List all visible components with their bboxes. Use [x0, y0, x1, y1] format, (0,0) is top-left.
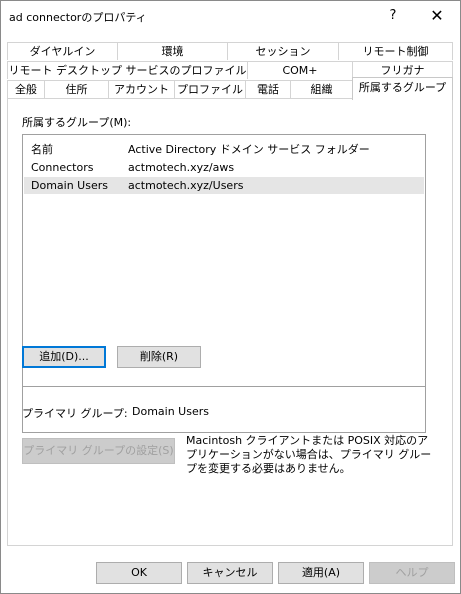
tab-row-1: ダイヤルイン 環境 セッション リモート制御 — [7, 42, 453, 61]
group-name: Connectors — [31, 161, 94, 174]
tab-environment[interactable]: 環境 — [117, 42, 228, 60]
help-icon[interactable]: ? — [371, 1, 415, 31]
primary-group-note: Macintosh クライアントまたは POSIX 対応のアプリケーションがない… — [186, 434, 432, 475]
group-name: Domain Users — [31, 179, 108, 192]
ok-button[interactable]: OK — [96, 562, 182, 584]
close-icon[interactable]: ✕ — [415, 1, 459, 31]
tab-com-plus[interactable]: COM+ — [247, 61, 353, 79]
help-button[interactable]: ヘルプ — [369, 562, 455, 584]
tab-dial-in[interactable]: ダイヤルイン — [7, 42, 118, 60]
tab-rds-profile[interactable]: リモート デスクトップ サービスのプロファイル — [7, 61, 248, 79]
table-row[interactable]: Domain Users actmotech.xyz/Users — [24, 177, 424, 194]
tab-address[interactable]: 住所 — [44, 80, 109, 98]
remove-button[interactable]: 削除(R) — [117, 346, 201, 368]
group-folder: actmotech.xyz/Users — [128, 179, 244, 192]
member-of-panel: 所属するグループ(M): 名前 Active Directory ドメイン サー… — [7, 98, 453, 546]
primary-group-label: プライマリ グループ: — [22, 407, 128, 420]
column-header-folder[interactable]: Active Directory ドメイン サービス フォルダー — [128, 141, 370, 157]
groups-list[interactable]: 名前 Active Directory ドメイン サービス フォルダー Conn… — [22, 134, 426, 433]
groups-label: 所属するグループ(M): — [22, 116, 132, 129]
tab-account[interactable]: アカウント — [108, 80, 175, 98]
divider — [22, 386, 426, 387]
tab-telephones[interactable]: 電話 — [245, 80, 291, 98]
tab-member-of[interactable]: 所属するグループ — [352, 77, 453, 100]
table-row[interactable]: Connectors actmotech.xyz/aws — [24, 159, 424, 176]
set-primary-group-button[interactable]: プライマリ グループの設定(S) — [22, 438, 175, 464]
cancel-button[interactable]: キャンセル — [187, 562, 273, 584]
tab-remote-control[interactable]: リモート制御 — [338, 42, 453, 60]
window-title: ad connectorのプロパティ — [9, 11, 147, 24]
add-button[interactable]: 追加(D)... — [22, 346, 106, 368]
list-header: 名前 Active Directory ドメイン サービス フォルダー — [23, 135, 425, 158]
tab-sessions[interactable]: セッション — [227, 42, 339, 60]
tab-row-3: 全般 住所 アカウント プロファイル 電話 組織 所属するグループ — [7, 77, 453, 100]
title-bar: ad connectorのプロパティ ? ✕ — [1, 1, 460, 31]
tab-general[interactable]: 全般 — [7, 80, 45, 98]
primary-group-value: Domain Users — [132, 405, 209, 418]
properties-dialog: ad connectorのプロパティ ? ✕ ダイヤルイン 環境 セッション リ… — [0, 0, 461, 594]
tab-profile[interactable]: プロファイル — [174, 80, 246, 98]
group-folder: actmotech.xyz/aws — [128, 161, 235, 174]
tab-organization[interactable]: 組織 — [290, 80, 353, 98]
apply-button[interactable]: 適用(A) — [278, 562, 364, 584]
column-header-name[interactable]: 名前 — [31, 141, 53, 157]
